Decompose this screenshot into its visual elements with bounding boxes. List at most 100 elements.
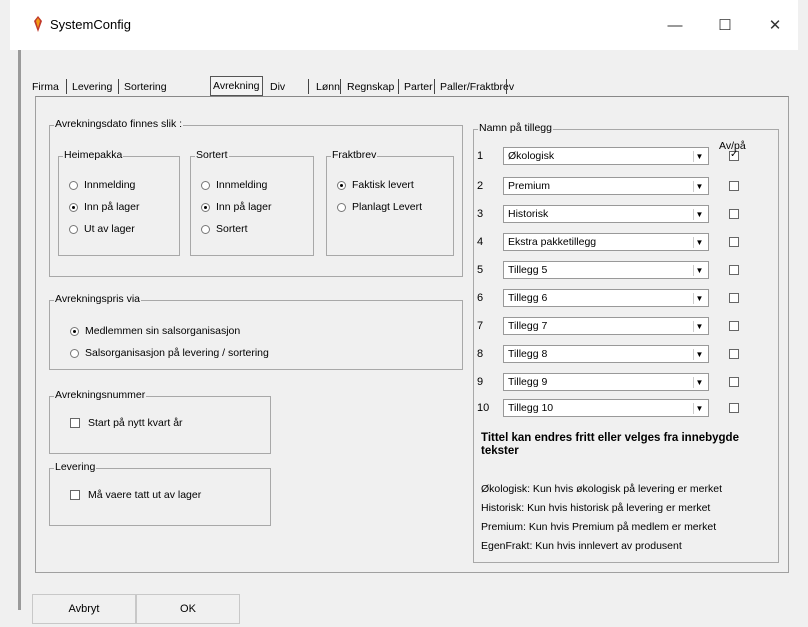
title-bar: SystemConfig — ☐ ✕ bbox=[10, 0, 798, 50]
ok-button[interactable]: OK bbox=[136, 594, 240, 624]
chevron-down-icon[interactable]: ▼ bbox=[693, 293, 705, 304]
tillegg-select-3[interactable]: Historisk ▼ bbox=[503, 205, 709, 223]
avrekningsdato-label: Avrekningsdato finnes slik : bbox=[54, 118, 184, 130]
tab-sortering[interactable]: Sortering bbox=[124, 78, 167, 96]
tab-firma[interactable]: Firma bbox=[32, 78, 59, 96]
avrekningspris-option-medlemmen[interactable]: Medlemmen sin salsorganisasjon bbox=[70, 325, 240, 337]
avrekningspris-option-salsorganisasjon[interactable]: Salsorganisasjon på levering / sortering bbox=[70, 347, 269, 359]
sortert-option-inn-pa-lager[interactable]: Inn på lager bbox=[201, 201, 271, 213]
tillegg-checkbox-5[interactable] bbox=[729, 265, 739, 275]
avrekningsnummer-group: Avrekningsnummer Start på nytt kvart år bbox=[49, 389, 271, 454]
radio-button-selected[interactable] bbox=[201, 202, 210, 212]
fraktbrev-option-faktisk-levert[interactable]: Faktisk levert bbox=[337, 179, 414, 191]
radio-button[interactable] bbox=[201, 224, 210, 234]
tab-paller-fraktbrev[interactable]: Paller/Fraktbrev bbox=[440, 78, 514, 96]
radio-button[interactable] bbox=[201, 180, 210, 190]
minimize-button[interactable]: — bbox=[655, 12, 695, 40]
tillegg-row-6: 6 Tillegg 6 ▼ bbox=[477, 288, 777, 310]
fraktbrev-group: Fraktbrev Faktisk levert Planlagt Levert bbox=[326, 149, 454, 256]
sortert-option-sortert[interactable]: Sortert bbox=[201, 223, 248, 235]
tillegg-label: Namn på tillegg bbox=[478, 122, 553, 134]
heimepakka-group: Heimepakka Innmelding Inn på lager Ut av… bbox=[58, 149, 180, 256]
levering-label: Levering bbox=[54, 461, 97, 473]
start-pa-nytt-checkbox[interactable] bbox=[70, 418, 80, 428]
tillegg-checkbox-7[interactable] bbox=[729, 321, 739, 331]
tillegg-row-1: 1 Økologisk ▼ bbox=[477, 146, 777, 168]
tillegg-checkbox-1[interactable] bbox=[729, 149, 739, 161]
tab-avrekning[interactable]: Avrekning bbox=[210, 76, 263, 96]
tillegg-row-5: 5 Tillegg 5 ▼ bbox=[477, 260, 777, 282]
chevron-down-icon[interactable]: ▼ bbox=[693, 403, 705, 414]
chevron-down-icon[interactable]: ▼ bbox=[693, 349, 705, 360]
tab-levering[interactable]: Levering bbox=[72, 78, 112, 96]
fraktbrev-label: Fraktbrev bbox=[331, 149, 378, 161]
tillegg-note: EgenFrakt: Kun hvis innlevert av produse… bbox=[481, 540, 682, 552]
close-button[interactable]: ✕ bbox=[755, 12, 795, 40]
radio-button[interactable] bbox=[69, 180, 78, 190]
radio-button-selected[interactable] bbox=[70, 326, 79, 336]
tab-div[interactable]: Div bbox=[270, 78, 285, 96]
chevron-down-icon[interactable]: ▼ bbox=[693, 151, 705, 162]
radio-button-selected[interactable] bbox=[337, 180, 346, 190]
tillegg-select-6[interactable]: Tillegg 6 ▼ bbox=[503, 289, 709, 307]
tillegg-select-2[interactable]: Premium ▼ bbox=[503, 177, 709, 195]
avrekningsdato-group: Avrekningsdato finnes slik : Heimepakka … bbox=[49, 118, 463, 277]
radio-button[interactable] bbox=[337, 202, 346, 212]
heimepakka-option-inn-pa-lager[interactable]: Inn på lager bbox=[69, 201, 139, 213]
tab-lonn[interactable]: Lønn bbox=[316, 78, 340, 96]
radio-button[interactable] bbox=[70, 348, 79, 358]
tillegg-select-10[interactable]: Tillegg 10 ▼ bbox=[503, 399, 709, 417]
ma-vaere-tatt-ut-checkbox-row[interactable]: Må vaere tatt ut av lager bbox=[70, 489, 201, 501]
sortert-label: Sortert bbox=[195, 149, 229, 161]
heimepakka-option-ut-av-lager[interactable]: Ut av lager bbox=[69, 223, 135, 235]
heimepakka-option-innmelding[interactable]: Innmelding bbox=[69, 179, 135, 191]
tillegg-select-1[interactable]: Økologisk ▼ bbox=[503, 147, 709, 165]
tillegg-row-3: 3 Historisk ▼ bbox=[477, 204, 777, 226]
tillegg-row-7: 7 Tillegg 7 ▼ bbox=[477, 316, 777, 338]
chevron-down-icon[interactable]: ▼ bbox=[693, 181, 705, 192]
chevron-down-icon[interactable]: ▼ bbox=[693, 237, 705, 248]
sortert-option-innmelding[interactable]: Innmelding bbox=[201, 179, 267, 191]
chevron-down-icon[interactable]: ▼ bbox=[693, 377, 705, 388]
fraktbrev-option-planlagt-levert[interactable]: Planlagt Levert bbox=[337, 201, 422, 213]
radio-button-selected[interactable] bbox=[69, 202, 78, 212]
tillegg-checkbox-9[interactable] bbox=[729, 377, 739, 387]
tillegg-row-8: 8 Tillegg 8 ▼ bbox=[477, 344, 777, 366]
tillegg-checkbox-8[interactable] bbox=[729, 349, 739, 359]
tillegg-select-9[interactable]: Tillegg 9 ▼ bbox=[503, 373, 709, 391]
tillegg-select-5[interactable]: Tillegg 5 ▼ bbox=[503, 261, 709, 279]
chevron-down-icon[interactable]: ▼ bbox=[693, 209, 705, 220]
tillegg-checkbox-6[interactable] bbox=[729, 293, 739, 303]
tillegg-select-4[interactable]: Ekstra pakketillegg ▼ bbox=[503, 233, 709, 251]
tillegg-note-title: Tittel kan endres fritt eller velges fra… bbox=[481, 432, 739, 457]
cancel-button[interactable]: Avbryt bbox=[32, 594, 136, 624]
tillegg-checkbox-2[interactable] bbox=[729, 181, 739, 191]
app-icon bbox=[34, 16, 42, 32]
chevron-down-icon[interactable]: ▼ bbox=[693, 321, 705, 332]
radio-button[interactable] bbox=[69, 224, 78, 234]
tillegg-note: Historisk: Kun hvis historisk på leverin… bbox=[481, 502, 711, 514]
tillegg-row-9: 9 Tillegg 9 ▼ bbox=[477, 372, 777, 394]
avrekningsnummer-label: Avrekningsnummer bbox=[54, 389, 147, 401]
left-edge bbox=[18, 50, 21, 610]
tab-regnskap[interactable]: Regnskap bbox=[347, 78, 394, 96]
sortert-group: Sortert Innmelding Inn på lager Sortert bbox=[190, 149, 314, 256]
tillegg-checkbox-10[interactable] bbox=[729, 403, 739, 413]
levering-group: Levering Må vaere tatt ut av lager bbox=[49, 461, 271, 526]
tillegg-row-2: 2 Premium ▼ bbox=[477, 176, 777, 198]
chevron-down-icon[interactable]: ▼ bbox=[693, 265, 705, 276]
tillegg-select-8[interactable]: Tillegg 8 ▼ bbox=[503, 345, 709, 363]
ma-vaere-tatt-ut-checkbox[interactable] bbox=[70, 490, 80, 500]
avrekningspris-group: Avrekningspris via Medlemmen sin salsorg… bbox=[49, 293, 463, 370]
tillegg-checkbox-3[interactable] bbox=[729, 209, 739, 219]
maximize-button[interactable]: ☐ bbox=[705, 12, 745, 40]
tillegg-checkbox-4[interactable] bbox=[729, 237, 739, 247]
heimepakka-label: Heimepakka bbox=[63, 149, 124, 161]
start-pa-nytt-checkbox-row[interactable]: Start på nytt kvart år bbox=[70, 417, 183, 429]
systemconfig-window: SystemConfig — ☐ ✕ Firma Levering Sorter… bbox=[10, 0, 798, 627]
button-bar: Avbryt OK bbox=[10, 583, 798, 627]
tab-parter[interactable]: Parter bbox=[404, 78, 433, 96]
window-title: SystemConfig bbox=[50, 17, 131, 32]
tillegg-select-7[interactable]: Tillegg 7 ▼ bbox=[503, 317, 709, 335]
tillegg-note: Premium: Kun hvis Premium på medlem er m… bbox=[481, 521, 717, 533]
